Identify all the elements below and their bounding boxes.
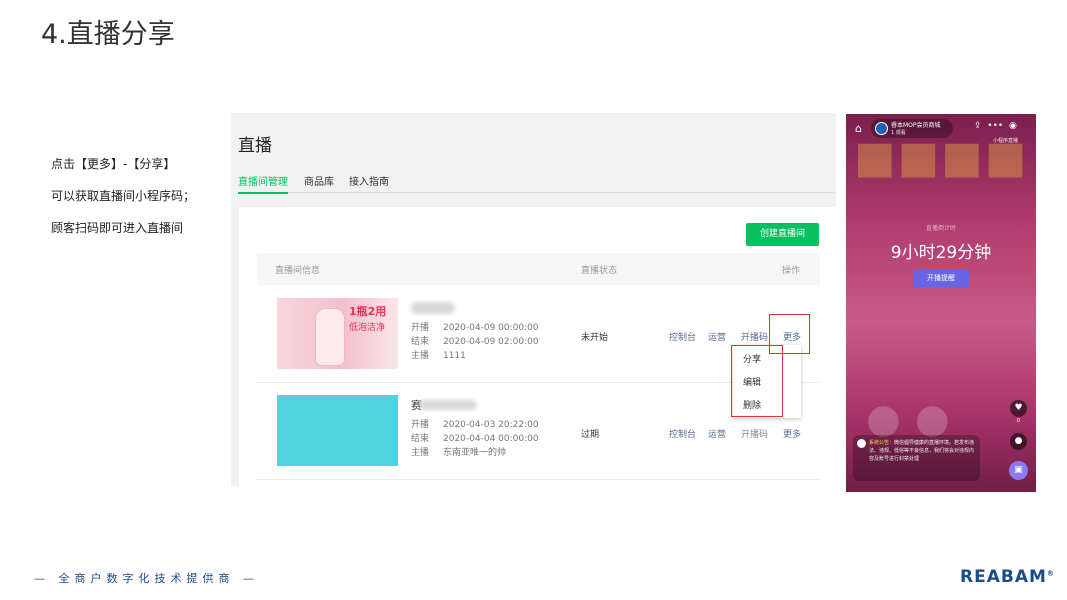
end-label: 结束: [411, 434, 430, 444]
admin-tabs: 直播间管理 商品库 接入指南: [238, 171, 835, 194]
host: 主播 东南亚唯一的帅: [411, 445, 506, 458]
end-value: 2020-04-09 02:00:00: [443, 337, 539, 347]
tab-live-room-management[interactable]: 直播间管理: [238, 173, 288, 194]
end-time: 结束 2020-04-04 00:00:00: [411, 431, 539, 444]
column-header-actions: 操作: [782, 266, 801, 276]
notice-label: 系统公告：: [869, 440, 895, 446]
comment-icon[interactable]: ●: [1010, 433, 1027, 450]
start-time: 开播 2020-04-03 20:22:00: [411, 417, 539, 430]
share-highlight-box: [731, 345, 783, 417]
end-value: 2020-04-04 00:00:00: [443, 434, 539, 444]
column-header-info: 直播间信息: [275, 266, 321, 276]
end-label: 结束: [411, 337, 430, 347]
live-admin-screenshot: 直播 直播间管理 商品库 接入指南 创建直播间 直播间信息 直播状态 操作 1瓶…: [231, 113, 836, 486]
mini-program-label: 小程序直播: [993, 138, 1019, 144]
phone-live-preview: ■■■■ ● ● ⌂ 睿本MOP会员商城 1 观看 ⇪ ••• ◉ 小程序直播 …: [846, 114, 1036, 492]
host: 主播 1111: [411, 348, 466, 361]
host-label: 主播: [411, 448, 430, 458]
operations-link[interactable]: 运营: [708, 330, 726, 343]
table-header: 直播间信息 直播状态 操作: [257, 253, 820, 285]
create-live-room-button[interactable]: 创建直播间: [746, 223, 819, 246]
more-link[interactable]: 更多: [783, 427, 801, 440]
host-value: 1111: [443, 351, 466, 361]
start-time: 开播 2020-04-09 00:00:00: [411, 320, 539, 333]
notice-icon: [857, 439, 866, 448]
live-code-link[interactable]: 开播码: [741, 427, 768, 440]
system-notice: 系统公告：微信倡导健康的直播环境。若发布违法、违规、低俗等不良信息，我们将会对违…: [853, 435, 980, 481]
brand-logo: REABAM®: [960, 567, 1055, 587]
slide-title: 4.直播分享: [41, 19, 175, 50]
blurred-room-name: [419, 400, 477, 410]
heart-icon[interactable]: ♥: [1010, 400, 1027, 417]
tab-product-library[interactable]: 商品库: [304, 173, 334, 188]
like-count: 0: [1016, 418, 1021, 424]
console-link[interactable]: 控制台: [669, 330, 696, 343]
registered-mark: ®: [1046, 569, 1055, 578]
host-label: 主播: [411, 351, 430, 361]
countdown-label: 直播倒计时: [925, 225, 956, 232]
top-right-icons: ⇪ ••• ◉: [974, 121, 1017, 131]
host-value: 东南亚唯一的帅: [443, 448, 507, 458]
brand-name: REABAM: [960, 567, 1047, 587]
end-time: 结束 2020-04-09 02:00:00: [411, 334, 539, 347]
remind-button[interactable]: 开播提醒: [913, 270, 969, 287]
countdown: 9小时29分钟: [890, 243, 992, 263]
live-cover-image: 1瓶2用 低泡洁净: [277, 298, 398, 369]
blurred-room-name: [411, 302, 455, 314]
instruction-line-3: 顾客扫码即可进入直播间: [51, 221, 184, 235]
start-label: 开播: [411, 420, 430, 430]
footer-tagline: — 全商户数字化技术提供商 —: [34, 572, 259, 585]
instruction-line-1: 点击【更多】-【分享】: [51, 157, 176, 171]
cover-promo-text: 1瓶2用: [349, 305, 387, 318]
share-icon[interactable]: ⇪: [974, 121, 982, 131]
admin-title: 直播: [238, 136, 272, 156]
more-icon[interactable]: •••: [987, 121, 1003, 131]
home-icon[interactable]: ⌂: [855, 122, 862, 135]
instruction-line-2: 可以获取直播间小程序码；: [51, 189, 196, 203]
close-icon[interactable]: ◉: [1009, 121, 1017, 131]
start-value: 2020-04-03 20:22:00: [443, 420, 539, 430]
start-value: 2020-04-09 00:00:00: [443, 323, 539, 333]
store-name: 睿本MOP会员商城: [891, 122, 941, 129]
console-link[interactable]: 控制台: [669, 427, 696, 440]
store-badge[interactable]: 睿本MOP会员商城 1 观看: [871, 119, 953, 138]
live-cover-image: [277, 395, 398, 466]
status-text: 未开始: [581, 333, 609, 343]
cover-promo-subtext: 低泡洁净: [349, 323, 386, 333]
store-avatar: [875, 122, 888, 135]
tab-integration-guide[interactable]: 接入指南: [349, 173, 389, 188]
column-header-status: 直播状态: [581, 266, 618, 276]
product-bottle-graphic: [315, 308, 345, 366]
live-code-link[interactable]: 开播码: [741, 330, 768, 343]
operations-link[interactable]: 运营: [708, 427, 726, 440]
bag-icon[interactable]: ▣: [1009, 461, 1028, 480]
instructions: 点击【更多】-【分享】 可以获取直播间小程序码； 顾客扫码即可进入直播间: [51, 156, 195, 252]
start-label: 开播: [411, 323, 430, 333]
view-count: 1 观看: [891, 130, 906, 136]
status-text: 过期: [581, 430, 600, 440]
